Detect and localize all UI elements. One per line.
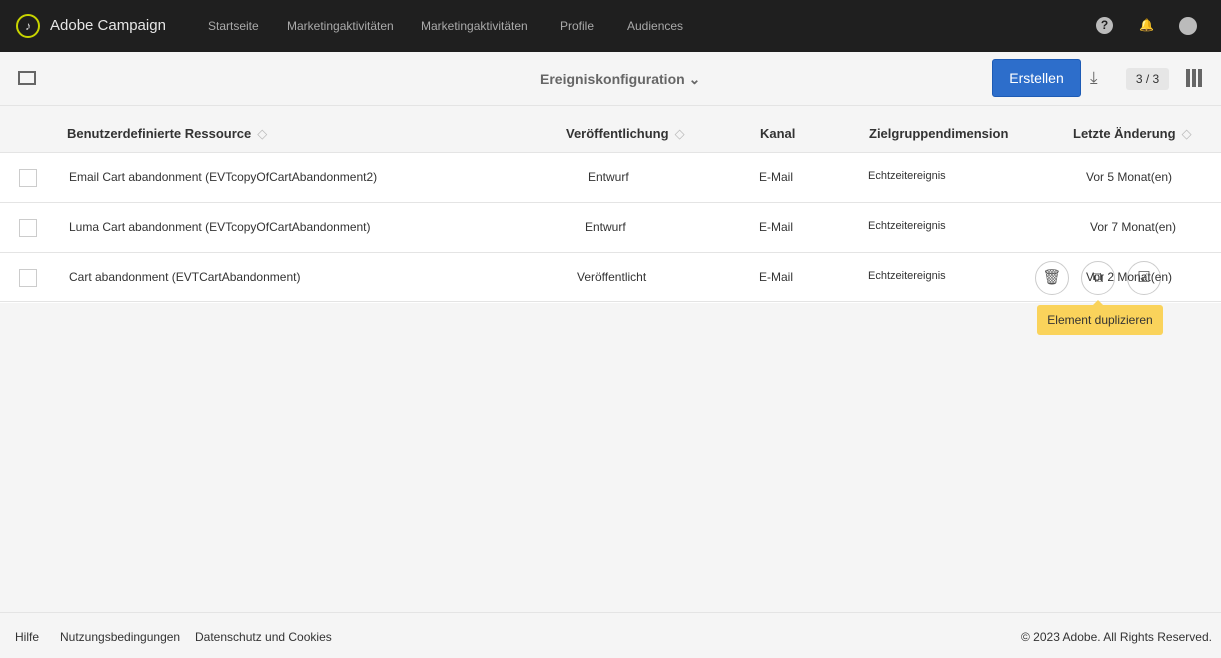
bell-icon[interactable]: 🔔 xyxy=(1138,17,1155,34)
tooltip: Element duplizieren xyxy=(1037,300,1163,335)
header-target-dimension: Zielgruppendimension xyxy=(869,126,1009,141)
page-title[interactable]: Ereigniskonfiguration ⌄ xyxy=(540,71,700,88)
sort-icon: ◇ xyxy=(257,126,268,141)
last-modified: Vor 7 Monat(en) xyxy=(1090,220,1177,234)
avatar[interactable] xyxy=(1179,17,1197,35)
table-row[interactable]: Luma Cart abandonment (EVTcopyOfCartAban… xyxy=(0,203,1221,253)
header-label: Veröffentlichung xyxy=(566,126,669,141)
table-row[interactable]: Cart abandonment (EVTCartAbandonment) Ve… xyxy=(0,253,1221,303)
channel: E-Mail xyxy=(759,170,794,184)
top-nav: ♪ Adobe Campaign Startseite Marketingakt… xyxy=(0,0,1221,52)
nav-marketing-1[interactable]: Marketingaktivitäten xyxy=(287,19,394,33)
footer-privacy-link[interactable]: Datenschutz und Cookies xyxy=(195,630,332,644)
row-checkbox[interactable] xyxy=(19,269,37,287)
channel: E-Mail xyxy=(759,220,794,234)
nav-startseite[interactable]: Startseite xyxy=(208,19,259,33)
sort-icon: ◇ xyxy=(674,126,685,141)
header-channel: Kanal xyxy=(760,126,796,141)
header-resource[interactable]: Benutzerdefinierte Ressource ◇ xyxy=(67,126,267,142)
download-icon[interactable]: ⤓ xyxy=(1090,68,1098,88)
panel-toggle-icon[interactable] xyxy=(18,71,36,85)
help-icon[interactable]: ? xyxy=(1096,17,1113,34)
resource-name[interactable]: Luma Cart abandonment (EVTcopyOfCartAban… xyxy=(69,220,371,234)
last-modified: Vor 2 Monat(en) xyxy=(1086,270,1173,284)
nav-audiences[interactable]: Audiences xyxy=(627,19,683,33)
publication-status: Entwurf xyxy=(585,220,626,234)
sort-icon: ◇ xyxy=(1181,126,1192,141)
chevron-down-icon: ⌄ xyxy=(688,71,701,87)
item-count: 3 / 3 xyxy=(1126,68,1169,90)
publication-status: Entwurf xyxy=(588,170,629,184)
target-dimension: Echtzeitereignis xyxy=(868,220,946,232)
header-last-modified[interactable]: Letzte Änderung ◇ xyxy=(1073,126,1192,142)
page-title-label: Ereigniskonfiguration xyxy=(540,71,685,87)
last-modified: Vor 5 Monat(en) xyxy=(1086,170,1173,184)
app-title[interactable]: Adobe Campaign xyxy=(50,17,166,34)
footer-terms-link[interactable]: Nutzungsbedingungen xyxy=(60,630,180,644)
create-button[interactable]: Erstellen xyxy=(992,59,1081,97)
header-label: Letzte Änderung xyxy=(1073,126,1176,141)
nav-marketing-2[interactable]: Marketingaktivitäten xyxy=(421,19,528,33)
header-label: Benutzerdefinierte Ressource xyxy=(67,126,252,141)
row-checkbox[interactable] xyxy=(19,169,37,187)
resource-name[interactable]: Cart abandonment (EVTCartAbandonment) xyxy=(69,270,300,284)
target-dimension: Echtzeitereignis xyxy=(868,270,946,282)
delete-button[interactable]: 🗑 xyxy=(1035,261,1069,295)
publication-status: Veröffentlicht xyxy=(577,270,647,284)
target-dimension: Echtzeitereignis xyxy=(868,170,946,182)
table-row[interactable]: Email Cart abandonment (EVTcopyOfCartAba… xyxy=(0,153,1221,203)
adobe-campaign-logo-icon[interactable]: ♪ xyxy=(16,14,40,38)
trash-icon: 🗑 xyxy=(1042,269,1062,286)
nav-profile[interactable]: Profile xyxy=(560,19,594,33)
column-settings-icon[interactable] xyxy=(1186,69,1204,87)
copyright: © 2023 Adobe. All Rights Reserved. xyxy=(1021,630,1212,644)
resource-name[interactable]: Email Cart abandonment (EVTcopyOfCartAba… xyxy=(69,170,377,184)
footer-help-link[interactable]: Hilfe xyxy=(15,630,39,644)
row-checkbox[interactable] xyxy=(19,219,37,237)
header-publication[interactable]: Veröffentlichung ◇ xyxy=(566,126,685,142)
channel: E-Mail xyxy=(759,270,794,284)
